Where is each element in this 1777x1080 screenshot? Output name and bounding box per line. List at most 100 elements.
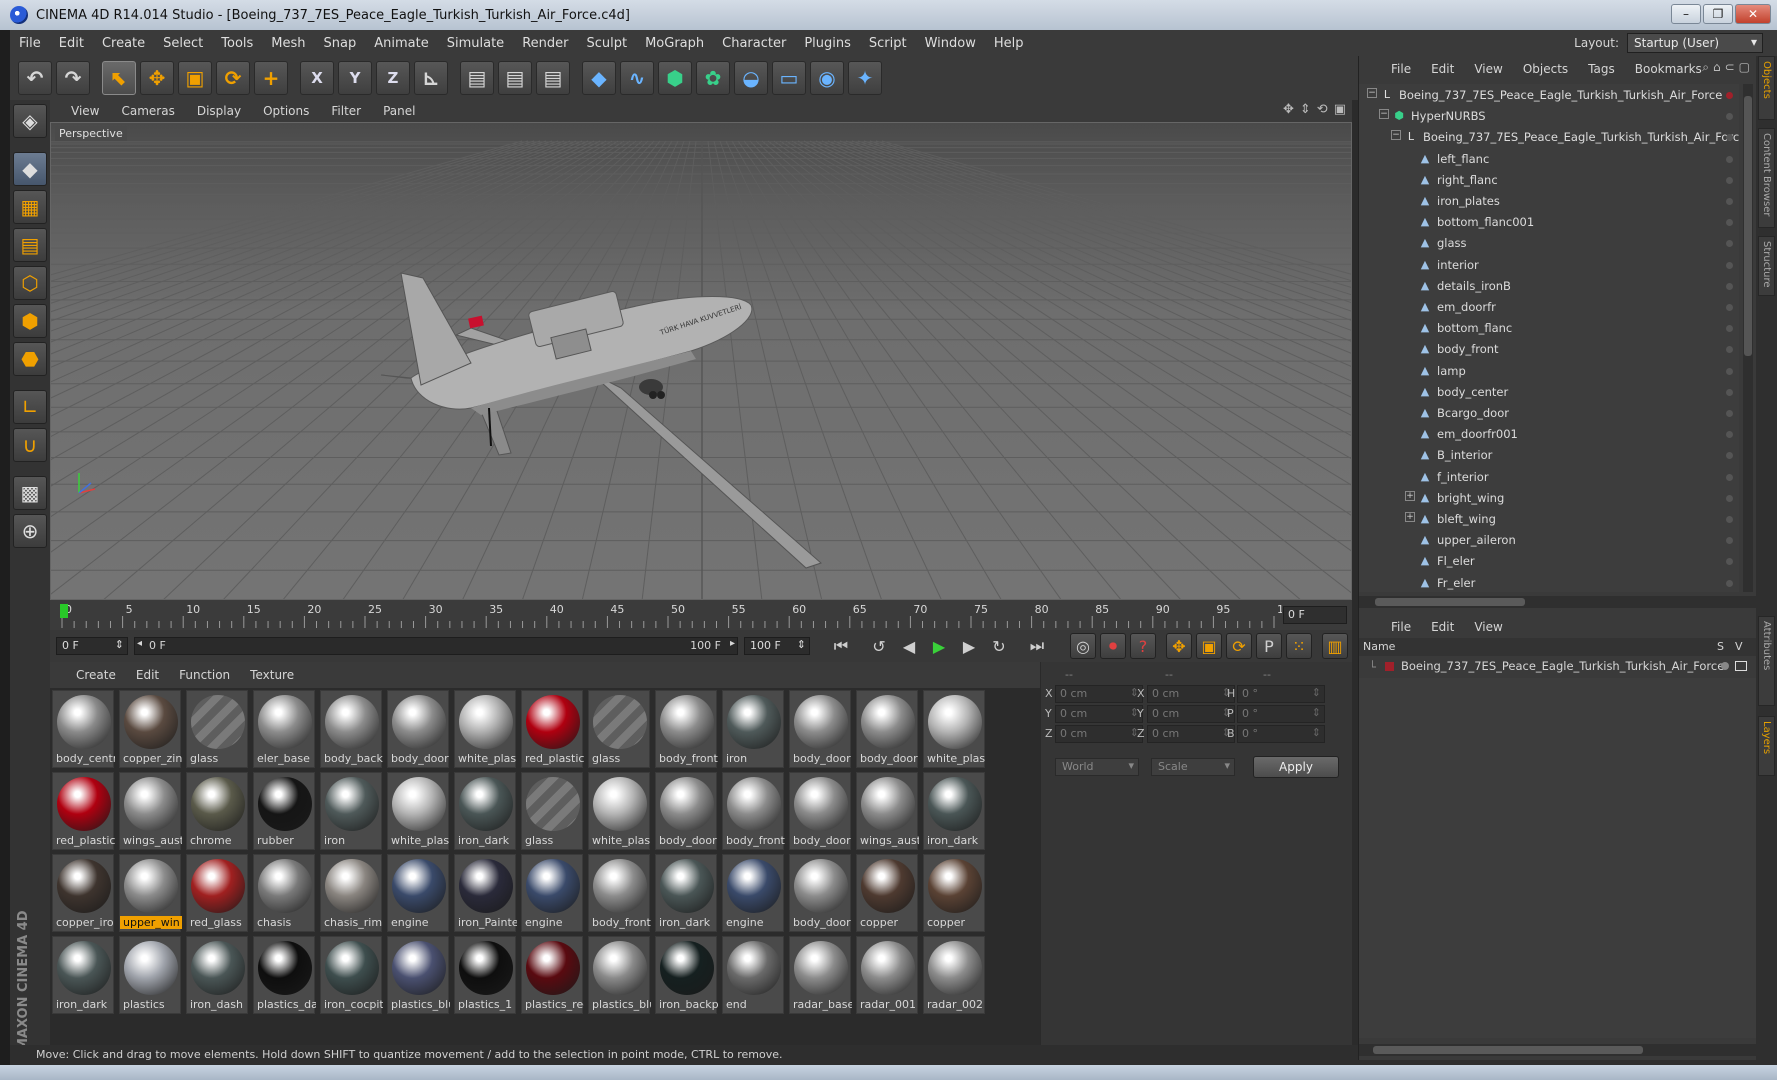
material-swatch[interactable]: plastics_blu [387, 936, 450, 1014]
material-swatch[interactable]: body_door [655, 772, 717, 850]
layer-visible-icon[interactable] [1735, 661, 1747, 671]
material-swatch[interactable]: copper [923, 854, 985, 932]
menu-script[interactable]: Script [860, 36, 916, 51]
material-swatch[interactable]: glass [186, 690, 248, 768]
current-frame-field[interactable]: 0 F [1283, 606, 1347, 624]
nurbs-button[interactable]: ⬢ [658, 61, 692, 95]
material-swatch[interactable]: red_plastic [52, 772, 115, 850]
material-swatch[interactable]: upper_win [119, 854, 182, 932]
object-tree-item[interactable]: ▲ em_doorfr001 [1359, 424, 1739, 445]
autokey-icon[interactable]: ⏺ [1100, 633, 1126, 659]
material-swatch[interactable]: body_door [856, 690, 918, 768]
layout-select[interactable]: Startup (User) [1627, 33, 1763, 53]
menu-file[interactable]: File [10, 36, 50, 51]
menu-tools[interactable]: Tools [212, 36, 262, 51]
frame-range-slider[interactable]: ◂ 0 F 100 F ▸ [134, 637, 738, 655]
menu-help[interactable]: Help [985, 36, 1033, 51]
next-frame-icon[interactable]: ▶ [956, 633, 982, 659]
material-swatch[interactable]: eler_base [253, 690, 315, 768]
coordinate-field[interactable]: 0 ° ⇕ [1237, 725, 1325, 743]
material-swatch[interactable]: plastics_1 [454, 936, 516, 1014]
material-menu-function[interactable]: Function [169, 668, 240, 682]
object-tree-item[interactable]: ▲ em_doorfr [1359, 297, 1739, 318]
material-swatch[interactable]: body_door [789, 854, 851, 932]
visibility-dot[interactable] [1726, 558, 1733, 566]
stepper-icon[interactable]: ⇕ [1312, 706, 1321, 719]
object-tree-item[interactable]: ▲ left_flanc [1359, 149, 1739, 170]
layer-menu-view[interactable]: View [1464, 620, 1512, 634]
layer-hscrollbar[interactable] [1359, 1044, 1757, 1056]
object-tree-item[interactable]: ▲ bottom_flanc [1359, 318, 1739, 339]
go-to-start-icon[interactable]: ⏮ [828, 633, 854, 659]
spline-button[interactable]: ∿ [620, 61, 654, 95]
visibility-dot[interactable] [1726, 516, 1733, 523]
visibility-dot[interactable] [1726, 367, 1733, 375]
object-tree-hscrollbar[interactable] [1359, 596, 1757, 608]
material-swatch[interactable]: body_front [588, 854, 651, 932]
link-icon[interactable]: ⊂ [1725, 60, 1735, 75]
rotate-view-icon[interactable]: ⟲ [1317, 102, 1328, 117]
material-swatch[interactable]: white_plas [387, 772, 449, 850]
object-tree-item[interactable]: ▲ Fl_eler [1359, 551, 1739, 572]
coordinate-field[interactable]: 0 ° ⇕ [1237, 705, 1325, 723]
key-rotation-icon[interactable]: ⟳ [1226, 633, 1252, 659]
object-menu-bookmarks[interactable]: Bookmarks [1625, 62, 1712, 76]
cube-button[interactable]: ◆ [582, 61, 616, 95]
viewport-menu-filter[interactable]: Filter [320, 104, 372, 118]
material-swatch[interactable]: radar_001 [856, 936, 918, 1014]
keyframe-selection-icon[interactable]: ? [1130, 633, 1156, 659]
minimize-button[interactable]: – [1671, 4, 1701, 24]
menu-mograph[interactable]: MoGraph [636, 36, 713, 51]
layer-menu-file[interactable]: File [1381, 620, 1421, 634]
visibility-dot[interactable] [1726, 346, 1733, 354]
light-button[interactable]: ✦ [848, 61, 882, 95]
previous-frame-icon[interactable]: ◀ [896, 633, 922, 659]
visibility-dot[interactable] [1726, 325, 1733, 333]
visibility-dot[interactable] [1726, 219, 1733, 227]
side-tab-content-browser[interactable]: Content Browser [1758, 128, 1775, 228]
coordinate-field[interactable]: 0 cm ⇕ [1147, 725, 1235, 743]
menu-create[interactable]: Create [93, 36, 154, 51]
visibility-dot[interactable] [1726, 304, 1733, 311]
material-swatch[interactable]: iron_dark [52, 936, 114, 1014]
material-swatch[interactable]: chrome [186, 772, 248, 850]
object-tree-item[interactable]: ▲ B_interior [1359, 445, 1739, 466]
object-tree-item[interactable]: ▲ Fr_eler [1359, 573, 1739, 592]
viewport-menu-display[interactable]: Display [186, 104, 252, 118]
menu-sculpt[interactable]: Sculpt [577, 36, 636, 51]
stepper-icon[interactable]: ⇕ [1312, 726, 1321, 739]
material-menu-edit[interactable]: Edit [126, 668, 169, 682]
object-menu-objects[interactable]: Objects [1513, 62, 1578, 76]
make-editable-button[interactable]: ◈ [13, 104, 47, 138]
restore-button[interactable]: ❐ [1703, 4, 1733, 24]
viewport-menu-options[interactable]: Options [252, 104, 320, 118]
object-tree-item[interactable]: − L Boeing_737_7ES_Peace_Eagle_Turkish_Tur… [1359, 85, 1739, 106]
material-swatch[interactable]: plastics_blu [588, 936, 651, 1014]
previous-key-icon[interactable]: ↺ [866, 633, 892, 659]
menu-mesh[interactable]: Mesh [262, 36, 314, 51]
render-picture-viewer-button[interactable]: ▤ [498, 61, 532, 95]
y-axis-button[interactable]: Y [338, 61, 372, 95]
object-tree-item[interactable]: ▲ Bcargo_door [1359, 403, 1739, 424]
object-menu-file[interactable]: File [1381, 62, 1421, 76]
layer-solo-dot[interactable] [1721, 662, 1729, 670]
material-swatch[interactable]: iron_dark [454, 772, 516, 850]
material-swatch[interactable]: copper_zin [119, 690, 182, 768]
visibility-dot[interactable] [1726, 431, 1733, 439]
visibility-dot[interactable] [1726, 155, 1733, 163]
x-axis-button[interactable]: X [300, 61, 334, 95]
visibility-dot[interactable] [1726, 113, 1733, 121]
undo-button[interactable]: ↶ [18, 61, 52, 95]
object-tree-item[interactable]: ▲ f_interior [1359, 467, 1739, 488]
end-frame-field[interactable]: 100 F ⇕ [744, 637, 810, 655]
record-keys-icon[interactable]: ◎ [1070, 633, 1096, 659]
material-menu-texture[interactable]: Texture [240, 668, 304, 682]
layer-menu-edit[interactable]: Edit [1421, 620, 1464, 634]
playhead-marker[interactable] [60, 604, 68, 618]
object-tree-item[interactable]: ▲ interior [1359, 255, 1739, 276]
coordinate-field[interactable]: 0 cm ⇕ [1147, 705, 1235, 723]
tree-expander-icon[interactable]: − [1367, 88, 1377, 98]
material-swatch[interactable]: glass [588, 690, 650, 768]
apply-button[interactable]: Apply [1253, 756, 1339, 778]
timeline-ruler[interactable]: 0 5 10 15 20 25 30 35 40 45 50 55 60 65 70 75 80 85 90 95 1 0… [50, 600, 1352, 630]
